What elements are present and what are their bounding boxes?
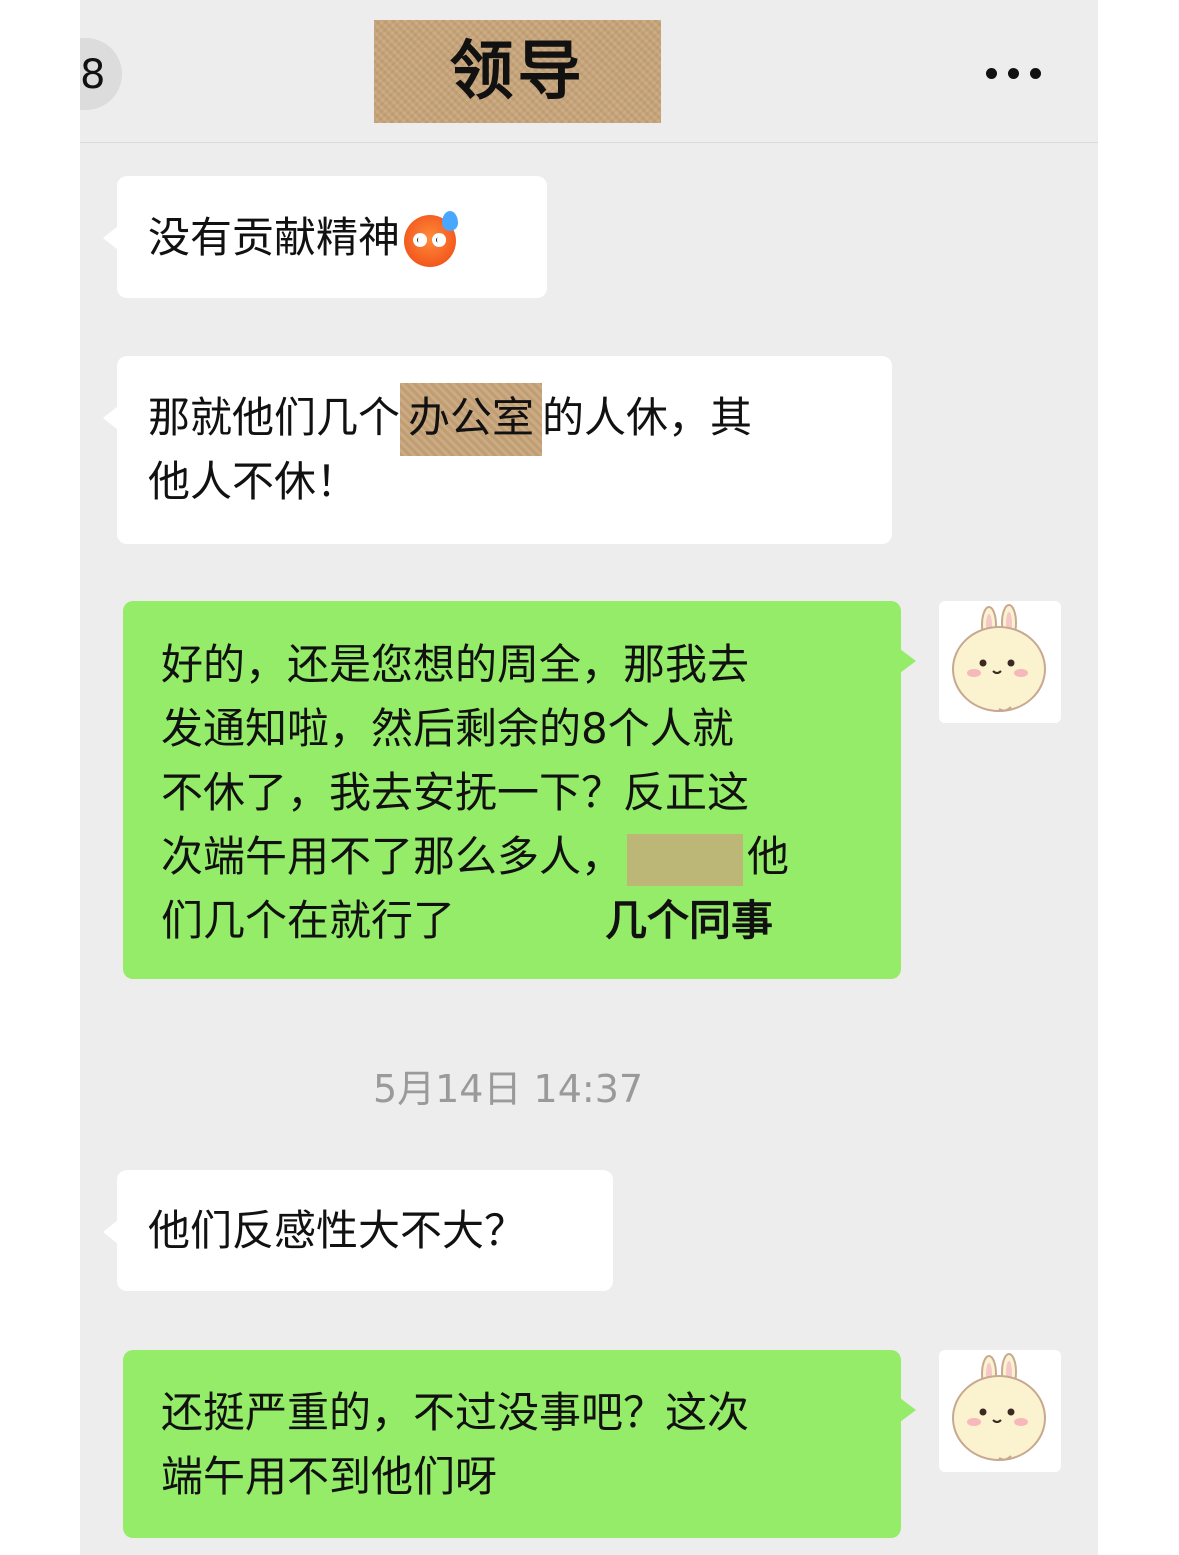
message-text: 好的，还是您想的周全，那我去	[161, 640, 750, 689]
annotation-label: 几个同事	[605, 896, 774, 945]
message-bubble-outgoing[interactable]: 还挺严重的，不过没事吧？这次 端午用不到他们呀	[123, 1350, 916, 1538]
redacted-block	[627, 833, 744, 886]
more-dots-icon[interactable]	[986, 68, 1042, 80]
chat-title: 领导	[449, 35, 586, 109]
message-text: 不休了，我去安抚一下？反正这	[161, 768, 750, 817]
message-text: 的人休，其	[542, 393, 753, 442]
bunny-avatar[interactable]	[939, 1350, 1061, 1472]
message-bubble-incoming[interactable]: 那就他们几个 办公室 的人休，其 他人不休！	[103, 356, 892, 544]
chat-title-redaction: 领导	[374, 20, 661, 123]
unread-count: 8	[80, 52, 106, 98]
message-text: 那就他们几个	[148, 393, 401, 442]
message-text: 没有贡献精神	[148, 213, 401, 262]
bunny-avatar-icon	[952, 1353, 1046, 1461]
message-text: 端午用不到他们呀	[161, 1452, 498, 1501]
message-text: 发通知啦，然后剩余的8个人就	[161, 704, 734, 753]
message-text: 们几个在就行了	[161, 896, 456, 945]
message-text: 次端午用不了那么多人，	[161, 832, 624, 881]
message-text: 他人不休！	[148, 457, 359, 506]
message-timestamp: 5月14日 14:37	[372, 1067, 644, 1111]
redacted-highlight: 办公室	[400, 383, 543, 456]
watermark	[1000, 1518, 1178, 1546]
bunny-avatar[interactable]	[939, 601, 1061, 723]
message-bubble-incoming[interactable]: 没有贡献精神	[103, 176, 547, 298]
message-text: 还挺严重的，不过没事吧？这次	[161, 1388, 750, 1437]
anxious-sweat-emoji-icon	[404, 210, 459, 267]
bunny-avatar-icon	[952, 604, 1046, 712]
message-bubble-outgoing[interactable]: 好的，还是您想的周全，那我去 发通知啦，然后剩余的8个人就 不休了，我去安抚一下…	[123, 601, 916, 979]
message-text: 他们反感性大不大？	[148, 1206, 527, 1255]
message-text: 他	[747, 832, 790, 881]
back-unread-badge[interactable]: 8	[80, 38, 122, 110]
chat-screen: 8 领导 没有贡献精神 那就他们几个 办公室 的人休，其 他人不休！ 好的，还是您想…	[80, 0, 1098, 1555]
message-bubble-incoming[interactable]: 他们反感性大不大？	[103, 1170, 613, 1291]
chat-header: 8 领导	[80, 0, 1098, 143]
